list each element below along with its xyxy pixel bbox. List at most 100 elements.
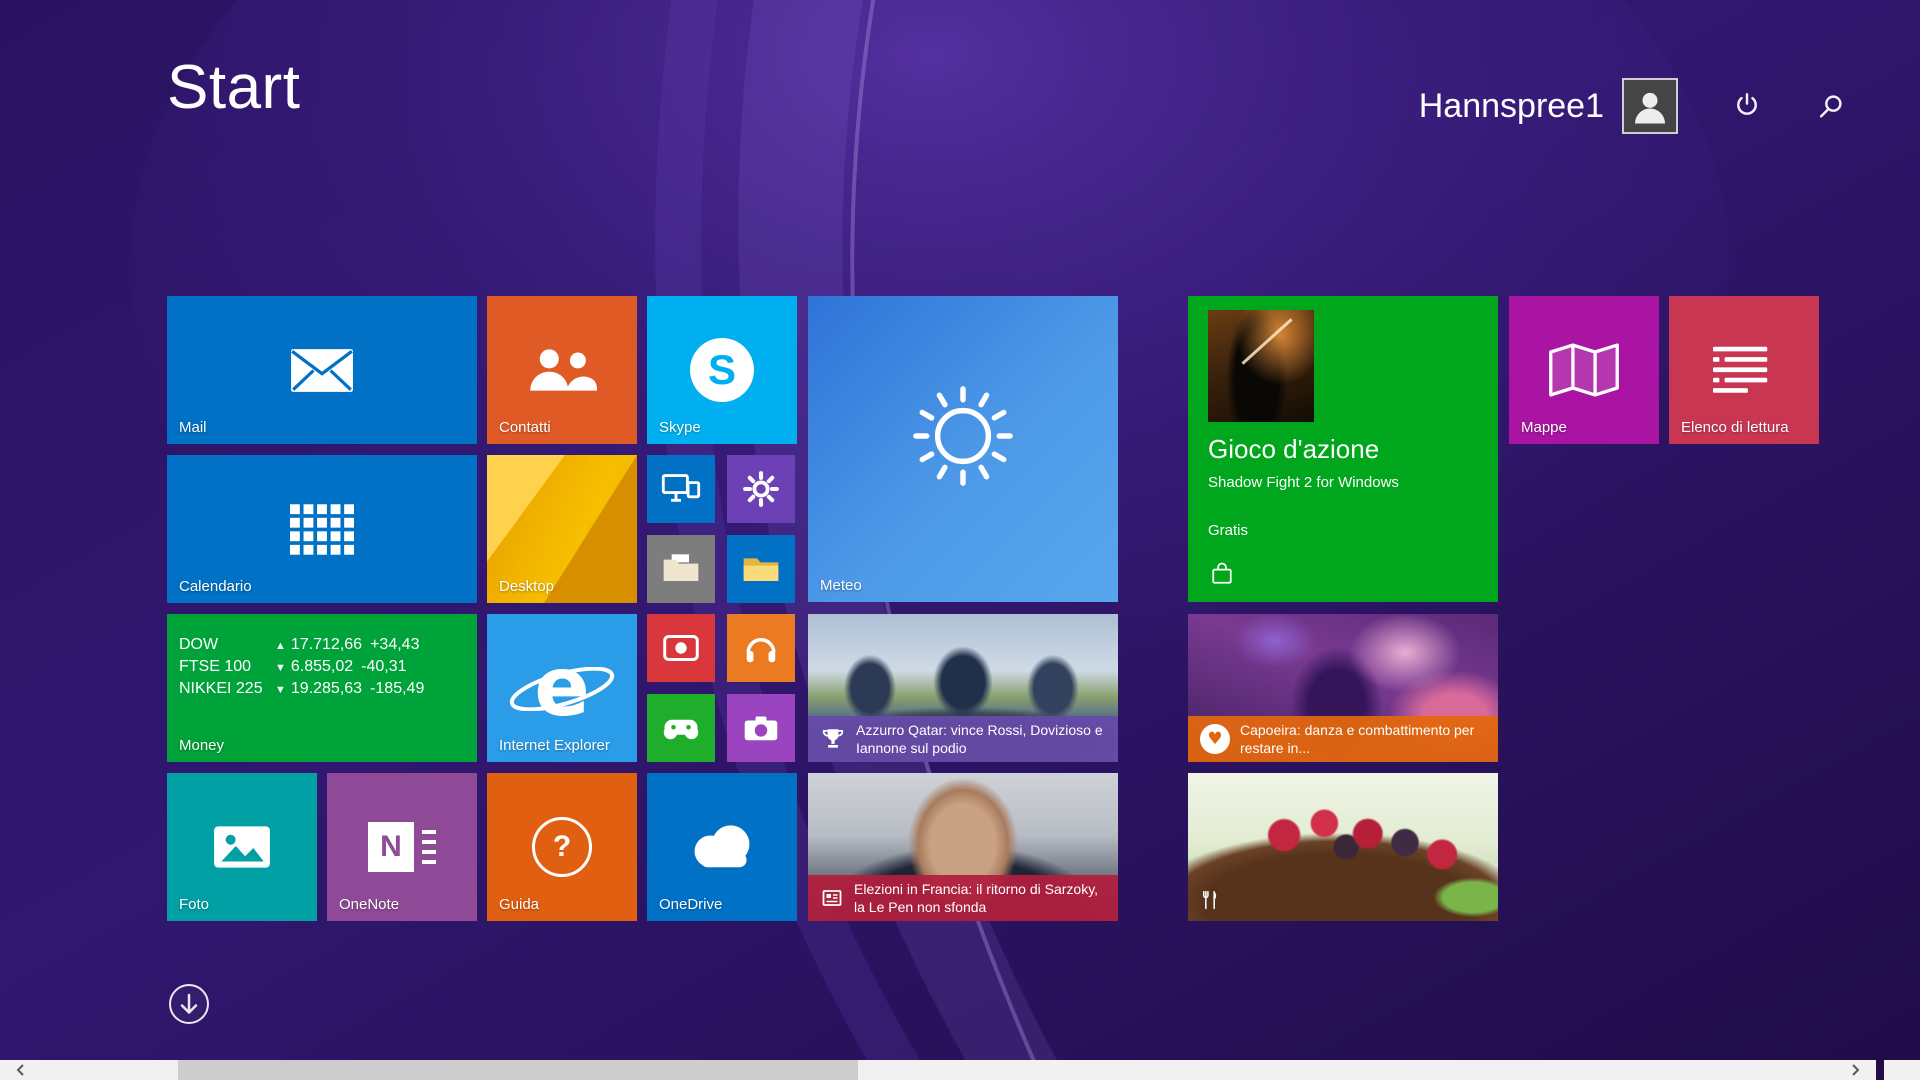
tile-label: OneDrive xyxy=(659,896,722,913)
tile-label: Desktop xyxy=(499,578,554,595)
map-icon xyxy=(1548,342,1620,398)
tile-label: OneNote xyxy=(339,896,399,913)
tile-elenco-lettura[interactable]: Elenco di lettura xyxy=(1669,296,1819,444)
stock-row-ftse: FTSE 100 ▼ 6.855,02 -40,31 xyxy=(179,658,469,676)
newspaper-icon xyxy=(820,886,844,910)
shopping-bag-icon xyxy=(1208,560,1236,588)
page-title: Start xyxy=(167,52,300,123)
tile-impostazioni[interactable] xyxy=(727,455,795,523)
tile-france-news[interactable]: Elezioni in Francia: il ritorno di Sarzo… xyxy=(808,773,1118,921)
tile-meteo[interactable]: Meteo xyxy=(808,296,1118,602)
power-icon xyxy=(1732,91,1762,121)
tile-fotocamera[interactable] xyxy=(727,694,795,762)
tile-documenti[interactable] xyxy=(647,535,715,603)
fork-knife-icon xyxy=(1200,889,1220,911)
tile-capoeira-news[interactable]: ♥ Capoeira: danza e combattimento per re… xyxy=(1188,614,1498,762)
onenote-icon: N xyxy=(368,822,436,872)
tile-guida[interactable]: ? Guida xyxy=(487,773,637,921)
cake-photo xyxy=(1188,773,1498,921)
tile-label: Mail xyxy=(179,419,207,436)
cloud-icon xyxy=(683,821,761,873)
tile-label: Mappe xyxy=(1521,419,1567,436)
stock-row-dow: DOW ▲ 17.712,66 +34,43 xyxy=(179,636,469,654)
power-button[interactable] xyxy=(1732,91,1762,121)
store-game-price: Gratis xyxy=(1208,522,1248,539)
internet-explorer-icon: e xyxy=(507,643,617,733)
down-arrow-icon: ▼ xyxy=(275,662,286,674)
tile-label: Foto xyxy=(179,896,209,913)
chevron-right-icon xyxy=(1850,1063,1862,1077)
tile-mail[interactable]: Mail xyxy=(167,296,477,444)
trophy-icon xyxy=(820,726,846,752)
tile-calendario[interactable]: Calendario xyxy=(167,455,477,603)
money-stocks: DOW ▲ 17.712,66 +34,43 FTSE 100 ▼ 6.855,… xyxy=(179,636,469,702)
tile-onenote[interactable]: N OneNote xyxy=(327,773,477,921)
tile-video[interactable] xyxy=(647,614,715,682)
down-arrow-icon: ▼ xyxy=(275,684,286,696)
tile-label: Meteo xyxy=(820,577,862,594)
tile-label: Guida xyxy=(499,896,539,913)
sun-icon xyxy=(905,378,1021,494)
envelope-icon xyxy=(290,348,354,393)
help-icon: ? xyxy=(532,817,592,877)
tile-musica[interactable] xyxy=(727,614,795,682)
horizontal-scrollbar[interactable] xyxy=(0,1060,1876,1080)
photo-icon xyxy=(211,820,273,874)
header-user-area: Hannspree1 xyxy=(1419,78,1846,134)
store-game-name: Shadow Fight 2 for Windows xyxy=(1208,474,1399,491)
tile-onedrive[interactable]: OneDrive xyxy=(647,773,797,921)
tile-foto[interactable]: Foto xyxy=(167,773,317,921)
tile-label: Contatti xyxy=(499,419,551,436)
folder-explorer-icon xyxy=(741,553,781,585)
game-controller-icon xyxy=(660,714,702,742)
video-camera-icon xyxy=(662,632,700,664)
calendar-icon xyxy=(290,504,354,555)
tile-label: Internet Explorer xyxy=(499,737,610,754)
folder-documents-icon xyxy=(661,553,701,585)
person-icon xyxy=(1630,86,1670,126)
tile-skype[interactable]: S Skype xyxy=(647,296,797,444)
scrollbar-corner xyxy=(1884,1060,1920,1080)
stock-row-nikkei: NIKKEI 225 ▼ 19.285,63 -185,49 xyxy=(179,680,469,698)
gear-icon xyxy=(742,470,780,508)
tile-contatti[interactable]: Contatti xyxy=(487,296,637,444)
news-caption: Azzurro Qatar: vince Rossi, Dovizioso e … xyxy=(856,721,1106,757)
tile-internet-explorer[interactable]: e Internet Explorer xyxy=(487,614,637,762)
tile-pc[interactable] xyxy=(647,455,715,523)
up-arrow-icon: ▲ xyxy=(275,640,286,652)
news-caption: Capoeira: danza e combattimento per rest… xyxy=(1240,721,1486,757)
search-icon xyxy=(1816,91,1846,121)
tile-desktop[interactable]: Desktop xyxy=(487,455,637,603)
store-game-category: Gioco d'azione xyxy=(1208,434,1379,465)
scroll-left-button[interactable] xyxy=(0,1060,40,1080)
shadow-fight-image xyxy=(1208,310,1314,422)
user-avatar[interactable] xyxy=(1622,78,1678,134)
tile-giochi[interactable] xyxy=(647,694,715,762)
computer-icon xyxy=(661,472,701,506)
health-fitness-icon: ♥ xyxy=(1200,724,1230,754)
tile-label: Calendario xyxy=(179,578,252,595)
tile-label: Skype xyxy=(659,419,701,436)
search-button[interactable] xyxy=(1816,91,1846,121)
tile-store-game[interactable]: Gioco d'azione Shadow Fight 2 for Window… xyxy=(1188,296,1498,602)
user-name[interactable]: Hannspree1 xyxy=(1419,87,1604,126)
reading-list-icon xyxy=(1713,344,1775,396)
sword-shape xyxy=(1241,318,1292,364)
tile-sport-news[interactable]: Azzurro Qatar: vince Rossi, Dovizioso e … xyxy=(808,614,1118,762)
tile-label: Money xyxy=(179,737,224,754)
tile-money[interactable]: DOW ▲ 17.712,66 +34,43 FTSE 100 ▼ 6.855,… xyxy=(167,614,477,762)
headphones-icon xyxy=(743,631,779,665)
camera-icon xyxy=(742,713,780,743)
news-caption: Elezioni in Francia: il ritorno di Sarzo… xyxy=(854,880,1104,916)
scroll-right-button[interactable] xyxy=(1836,1060,1876,1080)
down-arrow-icon xyxy=(167,982,211,1026)
tile-esplora-file[interactable] xyxy=(727,535,795,603)
chevron-left-icon xyxy=(14,1063,26,1077)
people-icon xyxy=(527,346,597,394)
all-apps-button[interactable] xyxy=(167,982,211,1026)
tile-mappe[interactable]: Mappe xyxy=(1509,296,1659,444)
tile-label: Elenco di lettura xyxy=(1681,419,1789,436)
skype-icon: S xyxy=(690,338,754,402)
scrollbar-thumb[interactable] xyxy=(178,1060,858,1080)
tile-cucina-ricette[interactable] xyxy=(1188,773,1498,921)
